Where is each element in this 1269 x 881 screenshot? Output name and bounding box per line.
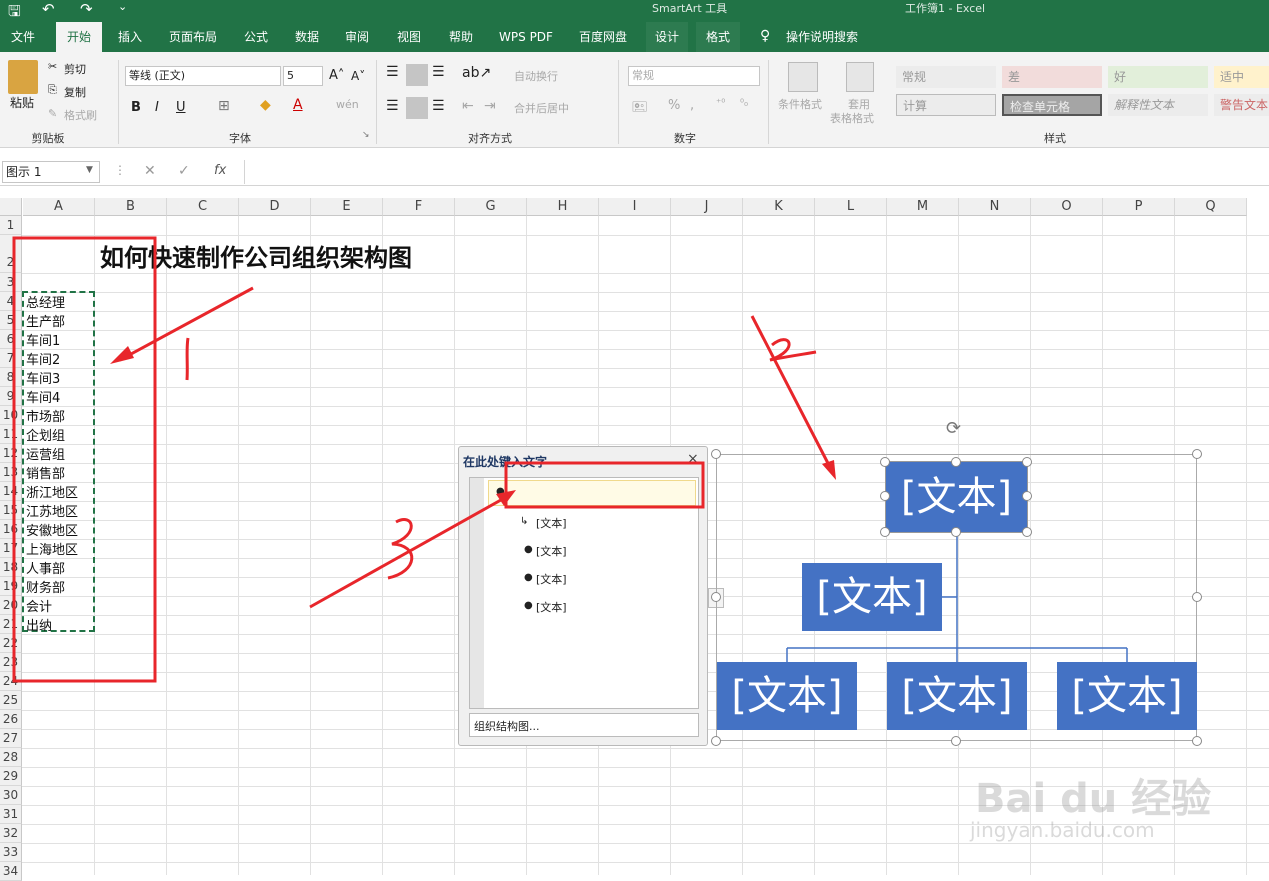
annotation-arrow-2 — [750, 315, 835, 474]
annotation-layer — [12, 236, 836, 683]
annotation-glyph-1 — [185, 337, 190, 381]
annotation-box-textpane — [504, 461, 705, 509]
annotation-glyph-3 — [387, 518, 414, 580]
arrowhead-1 — [110, 346, 134, 364]
annotation-glyph-2 — [769, 338, 817, 362]
watermark-logo: Bai du 经验 — [975, 776, 1212, 822]
watermark-url: jingyan.baidu.com — [970, 818, 1155, 842]
arrowhead-2 — [822, 460, 836, 480]
annotation-box-list — [12, 236, 157, 683]
